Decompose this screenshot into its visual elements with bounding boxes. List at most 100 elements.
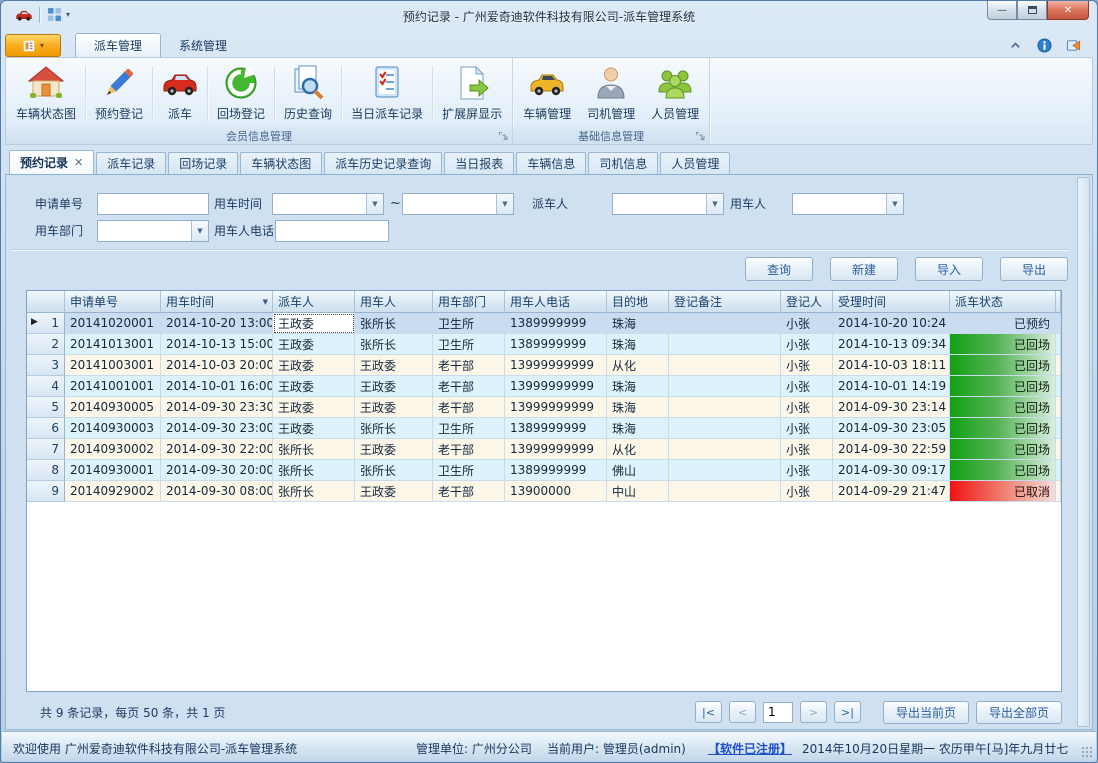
cell[interactable]: 20140930001 xyxy=(65,460,161,481)
cell[interactable]: 1389999999 xyxy=(505,418,607,439)
close-button[interactable]: ✕ xyxy=(1047,1,1089,20)
doc-tab-0[interactable]: 预约记录✕ xyxy=(9,150,94,174)
status-badge[interactable]: 已回场 xyxy=(950,376,1056,397)
column-header-8[interactable]: 登记人 xyxy=(781,291,833,313)
use-time-from-combo[interactable]: ▼ xyxy=(272,193,384,215)
cell[interactable]: 张所长 xyxy=(273,439,355,460)
dialog-launcher-icon[interactable] xyxy=(498,131,509,142)
ribbon-tab-system[interactable]: 系统管理 xyxy=(161,33,245,57)
cell[interactable]: 2014-09-30 22:00 xyxy=(161,439,273,460)
cell[interactable]: 2014-10-03 20:00 xyxy=(161,355,273,376)
cell[interactable]: 张所长 xyxy=(273,481,355,502)
status-badge[interactable]: 已回场 xyxy=(950,397,1056,418)
cell[interactable]: 20141020001 xyxy=(65,313,161,334)
export-current-page-button[interactable]: 导出当前页 xyxy=(883,701,969,724)
column-header-6[interactable]: 目的地 xyxy=(607,291,669,313)
vertical-scrollbar[interactable] xyxy=(1077,177,1090,727)
cell[interactable]: 张所长 xyxy=(355,313,433,334)
cell[interactable]: 老干部 xyxy=(433,439,505,460)
ribbon-tab-dispatch[interactable]: 派车管理 xyxy=(75,33,161,57)
cell[interactable]: 2014-09-30 20:00 xyxy=(161,460,273,481)
cell[interactable]: 2014-09-30 08:00 xyxy=(161,481,273,502)
ribbon-button-car-red[interactable]: 派车 xyxy=(154,60,206,127)
cell[interactable]: 小张 xyxy=(781,418,833,439)
cell[interactable]: 小张 xyxy=(781,481,833,502)
cell[interactable] xyxy=(669,355,781,376)
row-header-8[interactable]: 8 xyxy=(27,460,65,481)
cell[interactable]: 2014-10-13 15:00 xyxy=(161,334,273,355)
ribbon-button-doc-arrow[interactable]: 扩展屏显示 xyxy=(434,60,510,127)
cell[interactable]: 珠海 xyxy=(607,334,669,355)
cell[interactable] xyxy=(669,376,781,397)
doc-tab-3[interactable]: 车辆状态图 xyxy=(240,152,322,174)
doc-tab-7[interactable]: 司机信息 xyxy=(588,152,658,174)
table-row-8[interactable]: 8201409300012014-09-30 20:00张所长张所长卫生所138… xyxy=(27,460,1061,481)
cell[interactable]: 王政委 xyxy=(355,376,433,397)
row-header-6[interactable]: 6 xyxy=(27,418,65,439)
export-all-pages-button[interactable]: 导出全部页 xyxy=(976,701,1062,724)
doc-tab-8[interactable]: 人员管理 xyxy=(660,152,730,174)
cell[interactable]: 2014-10-20 10:24 xyxy=(833,313,950,334)
status-badge[interactable]: 已回场 xyxy=(950,439,1056,460)
ribbon-button-person[interactable]: 司机管理 xyxy=(579,60,643,127)
cell[interactable]: 1389999999 xyxy=(505,334,607,355)
table-row-3[interactable]: 3201410030012014-10-03 20:00王政委王政委老干部139… xyxy=(27,355,1061,376)
cell[interactable]: 13999999999 xyxy=(505,439,607,460)
last-page-button[interactable]: >| xyxy=(834,701,861,723)
column-header-3[interactable]: 用车人 xyxy=(355,291,433,313)
cell[interactable]: 20140930005 xyxy=(65,397,161,418)
cell[interactable]: 小张 xyxy=(781,355,833,376)
ribbon-button-doc-search[interactable]: 历史查询 xyxy=(276,60,340,127)
use-time-to-combo[interactable]: ▼ xyxy=(402,193,514,215)
cell[interactable]: 2014-09-30 09:17 xyxy=(833,460,950,481)
cell[interactable]: 卫生所 xyxy=(433,418,505,439)
ribbon-button-recycle[interactable]: 回场登记 xyxy=(209,60,273,127)
cell[interactable]: 2014-10-13 09:34 xyxy=(833,334,950,355)
cell[interactable]: 20141003001 xyxy=(65,355,161,376)
cell[interactable]: 小张 xyxy=(781,376,833,397)
user-phone-input[interactable] xyxy=(275,220,389,242)
resize-grip[interactable] xyxy=(1081,746,1093,758)
chevron-down-icon[interactable]: ▼ xyxy=(886,194,903,214)
status-badge[interactable]: 已回场 xyxy=(950,418,1056,439)
cell[interactable]: 王政委 xyxy=(273,334,355,355)
maximize-button[interactable] xyxy=(1017,1,1047,20)
status-badge[interactable]: 已回场 xyxy=(950,334,1056,355)
cell[interactable]: 2014-09-29 21:47 xyxy=(833,481,950,502)
cell[interactable] xyxy=(669,397,781,418)
table-row-7[interactable]: 7201409300022014-09-30 22:00张所长王政委老干部139… xyxy=(27,439,1061,460)
row-header-1[interactable]: 1▶ xyxy=(27,313,65,334)
cell[interactable]: 13999999999 xyxy=(505,355,607,376)
cell[interactable]: 20141013001 xyxy=(65,334,161,355)
ribbon-button-checklist[interactable]: 当日派车记录 xyxy=(343,60,431,127)
chevron-down-icon[interactable]: ▼ xyxy=(706,194,723,214)
cell[interactable]: 从化 xyxy=(607,439,669,460)
minimize-button[interactable]: — xyxy=(987,1,1017,20)
cell[interactable]: 2014-09-30 23:14 xyxy=(833,397,950,418)
row-header-4[interactable]: 4 xyxy=(27,376,65,397)
cell[interactable]: 从化 xyxy=(607,355,669,376)
dialog-launcher-icon[interactable] xyxy=(695,131,706,142)
cell[interactable]: 13999999999 xyxy=(505,376,607,397)
chevron-down-icon[interactable]: ▼ xyxy=(496,194,513,214)
table-row-6[interactable]: 6201409300032014-09-30 23:00王政委张所长卫生所138… xyxy=(27,418,1061,439)
first-page-button[interactable]: |< xyxy=(695,701,722,723)
cell[interactable]: 13999999999 xyxy=(505,397,607,418)
cell[interactable]: 1389999999 xyxy=(505,313,607,334)
column-header-9[interactable]: 受理时间 xyxy=(833,291,950,313)
car-user-combo[interactable]: ▼ xyxy=(792,193,904,215)
next-page-button[interactable]: > xyxy=(800,701,827,723)
info-icon[interactable] xyxy=(1037,38,1052,53)
department-combo[interactable]: ▼ xyxy=(97,220,209,242)
row-header-3[interactable]: 3 xyxy=(27,355,65,376)
table-row-5[interactable]: 5201409300052014-09-30 23:30王政委王政委老干部139… xyxy=(27,397,1061,418)
cell[interactable]: 20141001001 xyxy=(65,376,161,397)
cell[interactable]: 王政委 xyxy=(355,397,433,418)
application-menu-button[interactable]: ▾ xyxy=(5,34,61,57)
ribbon-button-pencil[interactable]: 预约登记 xyxy=(87,60,151,127)
cell[interactable]: 张所长 xyxy=(355,460,433,481)
cell[interactable]: 2014-10-01 16:00 xyxy=(161,376,273,397)
import-button[interactable]: 导入 xyxy=(915,257,983,281)
cell[interactable] xyxy=(669,334,781,355)
doc-tab-1[interactable]: 派车记录 xyxy=(96,152,166,174)
